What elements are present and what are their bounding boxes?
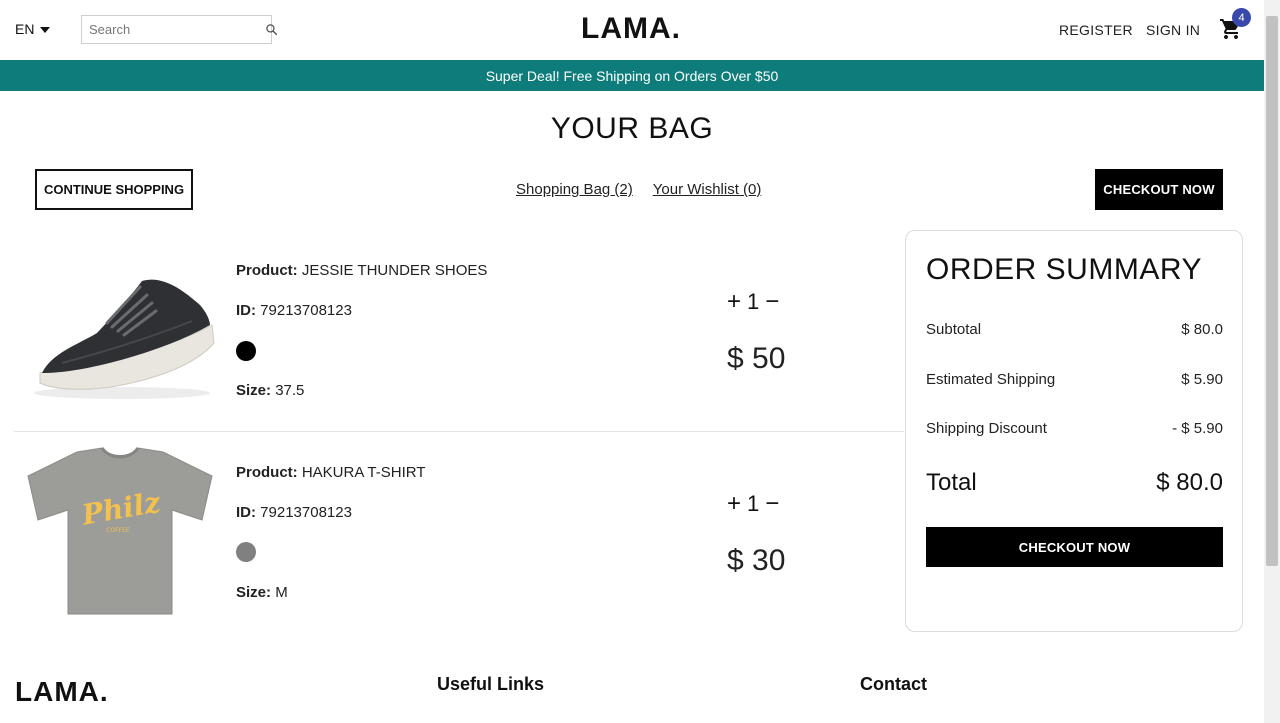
- shipping-row: Estimated Shipping $ 5.90: [926, 371, 1223, 388]
- minus-icon[interactable]: −: [765, 288, 779, 316]
- footer-logo[interactable]: LAMA.: [15, 676, 109, 708]
- plus-icon[interactable]: +: [727, 288, 741, 316]
- total-value: $ 80.0: [1156, 469, 1223, 496]
- plus-icon[interactable]: +: [727, 490, 741, 518]
- subtotal-row: Subtotal $ 80.0: [926, 321, 1223, 338]
- navbar: EN LAMA. REGISTER SIGN IN 4: [0, 0, 1264, 60]
- color-swatch: [236, 542, 256, 562]
- size-label: Size:: [236, 584, 272, 601]
- product-id-value: 79213708123: [260, 302, 352, 319]
- product-size-value: 37.5: [275, 382, 305, 399]
- scrollbar[interactable]: [1264, 0, 1280, 723]
- summary-title: ORDER SUMMARY: [926, 253, 1202, 286]
- product-name-value: JESSIE THUNDER SHOES: [301, 262, 488, 279]
- page-title: YOUR BAG: [550, 112, 714, 145]
- search-input[interactable]: [82, 16, 265, 43]
- register-link[interactable]: REGISTER: [1059, 22, 1133, 38]
- subtotal-value: $ 80.0: [1181, 321, 1223, 338]
- continue-shopping-button[interactable]: CONTINUE SHOPPING: [35, 169, 193, 210]
- caret-down-icon: [40, 26, 51, 33]
- product-id-value: 79213708123: [260, 504, 352, 521]
- size-label: Size:: [236, 382, 272, 399]
- product-price: $ 30: [727, 544, 786, 577]
- cart-count-badge: 4: [1232, 8, 1251, 27]
- discount-label: Shipping Discount: [926, 420, 1047, 437]
- shopping-bag-link[interactable]: Shopping Bag (2): [516, 181, 633, 198]
- product-size-value: M: [275, 584, 288, 601]
- useful-links-heading: Useful Links: [437, 674, 545, 694]
- quantity-stepper: + 1 −: [727, 288, 779, 316]
- language-selector[interactable]: EN: [15, 21, 51, 37]
- id-label: ID:: [236, 504, 256, 521]
- cart-item: Product: JESSIE THUNDER SHOES ID: 792137…: [14, 240, 904, 430]
- shipping-label: Estimated Shipping: [926, 371, 1056, 388]
- product-id: ID: 79213708123: [236, 504, 352, 521]
- discount-value: - $ 5.90: [1172, 420, 1223, 437]
- quantity-stepper: + 1 −: [727, 490, 779, 518]
- product-price: $ 50: [727, 342, 786, 375]
- product-name: Product: HAKURA T-SHIRT: [236, 464, 425, 481]
- logo[interactable]: LAMA.: [581, 12, 681, 46]
- order-summary: ORDER SUMMARY Subtotal $ 80.0 Estimated …: [905, 230, 1243, 632]
- total-label: Total: [926, 469, 977, 496]
- tshirt-image: Philz COFFEE: [27, 447, 213, 615]
- product-label: Product:: [236, 262, 298, 279]
- subtotal-label: Subtotal: [926, 321, 982, 338]
- announcement-bar: Super Deal! Free Shipping on Orders Over…: [0, 60, 1264, 91]
- scroll-thumb[interactable]: [1266, 16, 1278, 566]
- sign-in-link[interactable]: SIGN IN: [1146, 22, 1200, 38]
- quantity-value: 1: [747, 289, 760, 314]
- search-icon[interactable]: [265, 19, 278, 41]
- product-size: Size: M: [236, 584, 288, 601]
- bag-tabs: Shopping Bag (2) Your Wishlist (0): [516, 181, 761, 198]
- checkout-now-button[interactable]: CHECKOUT NOW: [1095, 169, 1223, 210]
- discount-row: Shipping Discount - $ 5.90: [926, 420, 1223, 437]
- color-swatch: [236, 341, 256, 361]
- quantity-value: 1: [747, 491, 760, 516]
- total-row: Total $ 80.0: [926, 469, 1223, 497]
- id-label: ID:: [236, 302, 256, 319]
- cart-item: Philz COFFEE Product: HAKURA T-SHIRT ID:…: [14, 442, 904, 632]
- shipping-value: $ 5.90: [1181, 371, 1223, 388]
- contact-heading: Contact: [860, 674, 927, 694]
- product-id: ID: 79213708123: [236, 302, 352, 319]
- wishlist-link[interactable]: Your Wishlist (0): [653, 181, 762, 198]
- shoe-image: [34, 279, 215, 399]
- svg-text:COFFEE: COFFEE: [106, 527, 130, 534]
- product-name: Product: JESSIE THUNDER SHOES: [236, 262, 487, 279]
- summary-checkout-button[interactable]: CHECKOUT NOW: [926, 527, 1223, 567]
- search-box: [81, 15, 278, 44]
- product-size: Size: 37.5: [236, 382, 304, 399]
- minus-icon[interactable]: −: [765, 490, 779, 518]
- divider: [14, 431, 904, 432]
- language-label: EN: [15, 21, 35, 37]
- product-label: Product:: [236, 464, 298, 481]
- product-name-value: HAKURA T-SHIRT: [301, 464, 426, 481]
